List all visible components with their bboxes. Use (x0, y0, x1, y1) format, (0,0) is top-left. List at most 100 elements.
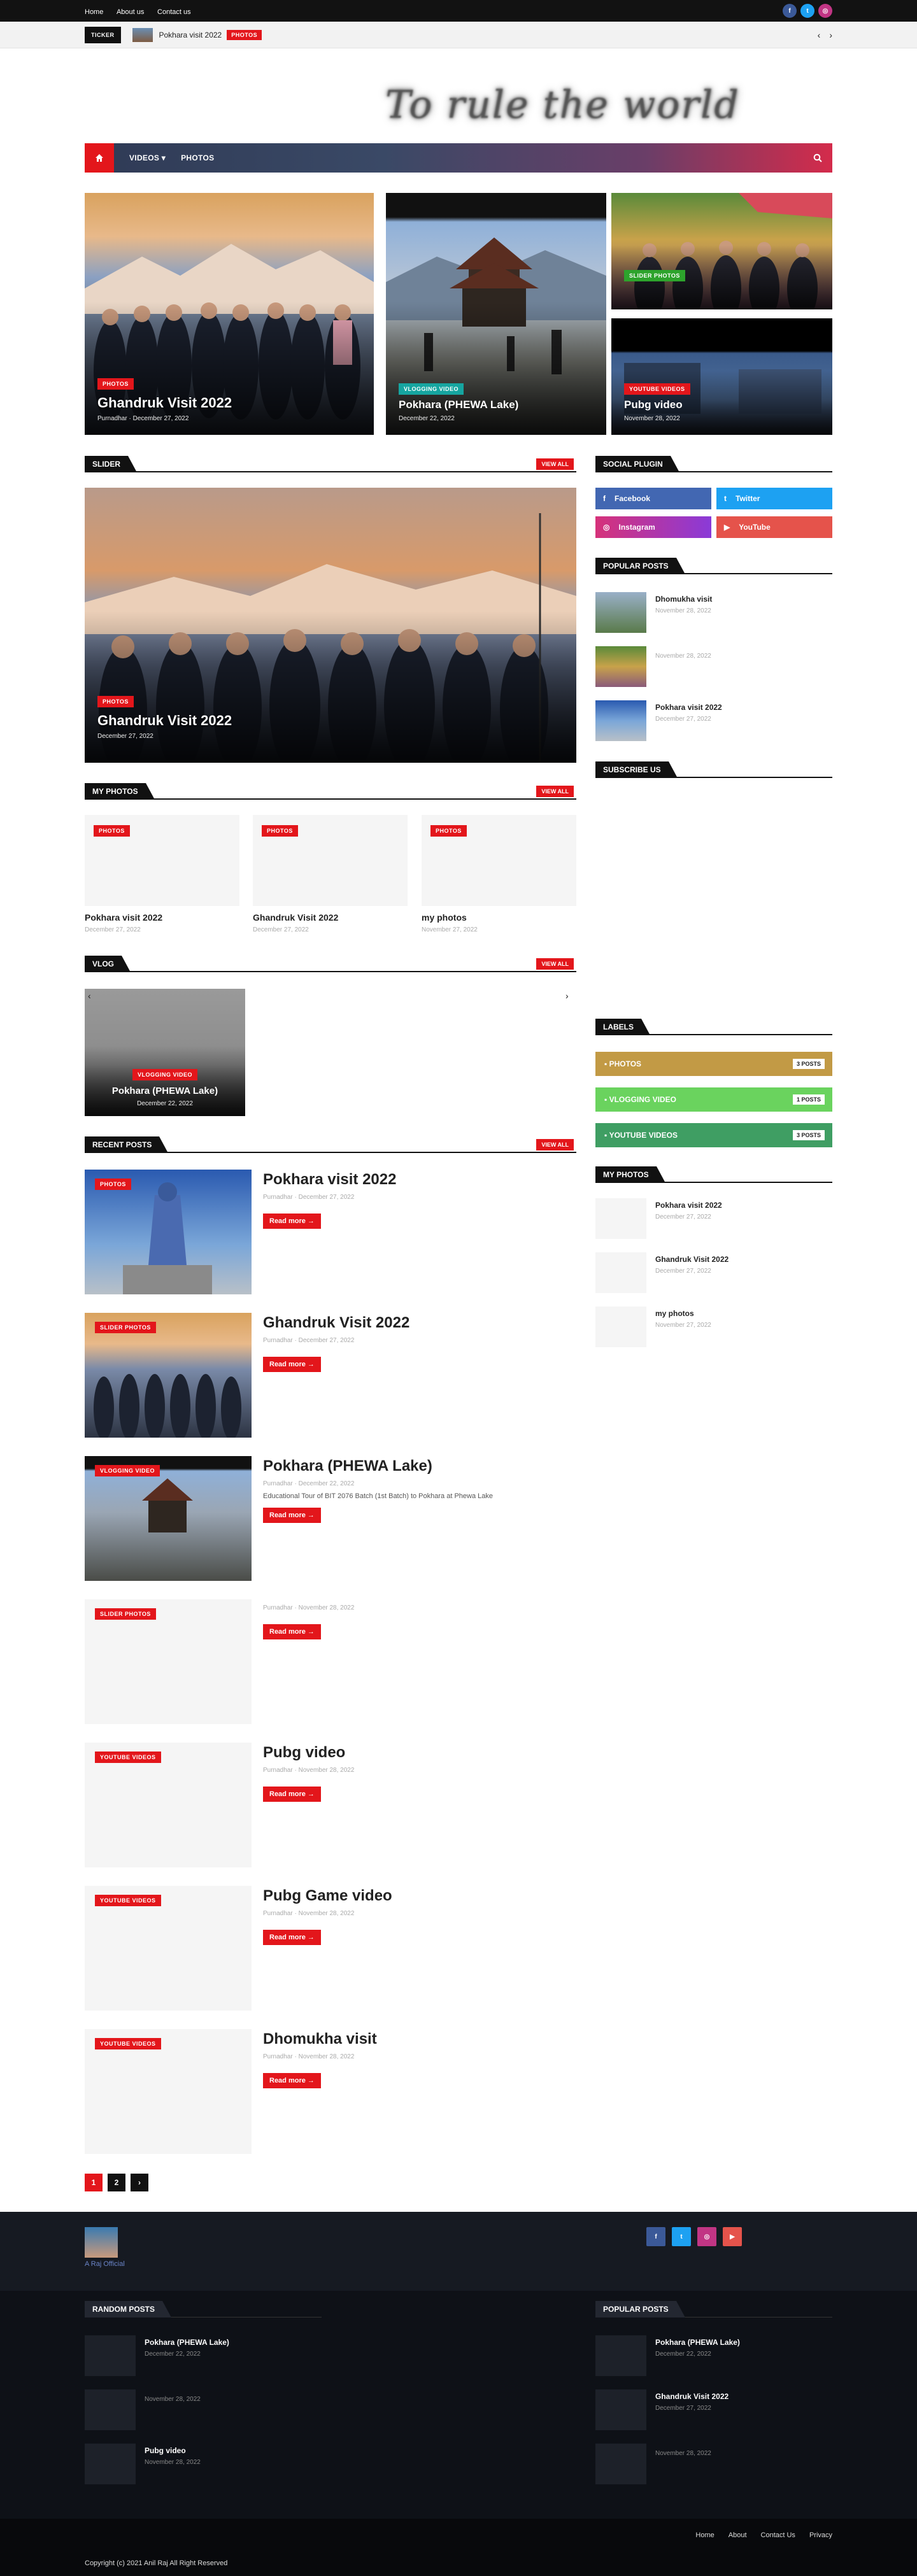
ticker-prev-icon[interactable]: ‹ (818, 30, 821, 40)
hero-card-main[interactable]: PHOTOS Ghandruk Visit 2022 Purnadhar · D… (85, 193, 374, 435)
home-button[interactable] (85, 143, 114, 173)
sidebar-photo[interactable]: my photos November 27, 2022 (595, 1306, 711, 1347)
vlog-title[interactable]: Pokhara (PHEWA Lake) (85, 1086, 245, 1096)
recent-post-badge[interactable]: YOUTUBE VIDEOS (95, 1895, 161, 1906)
random-post-title[interactable]: Pubg video (145, 2446, 201, 2455)
footer-link-about[interactable]: About (729, 2531, 747, 2539)
youtube-icon[interactable]: ▶ (723, 2227, 742, 2246)
footer-popular-thumbnail[interactable] (595, 2444, 646, 2484)
recent-post-title[interactable]: Pubg video (263, 1744, 354, 1762)
hero-second-badge[interactable]: VLOGGING VIDEO (399, 383, 464, 395)
footer-link-contact[interactable]: Contact Us (761, 2531, 795, 2539)
vlog-prev-icon[interactable]: ‹ (88, 991, 91, 1001)
random-post[interactable]: Pokhara (PHEWA Lake) December 22, 2022 (85, 2335, 229, 2376)
footer-popular-title[interactable]: Pokhara (PHEWA Lake) (655, 2338, 740, 2347)
twitter-button[interactable]: t Twitter (716, 488, 832, 509)
hero-third-badge[interactable]: SLIDER PHOTOS (624, 270, 685, 281)
photo-title[interactable]: Pokhara visit 2022 (85, 912, 239, 923)
footer-popular-post[interactable]: Ghandruk Visit 2022 December 27, 2022 (595, 2389, 729, 2430)
sidebar-photo-thumbnail[interactable] (595, 1306, 646, 1347)
hero-card-fourth[interactable]: YOUTUBE VIDEOS Pubg video November 28, 2… (611, 318, 832, 435)
photo-badge[interactable]: PHOTOS (430, 825, 467, 837)
footer-logo-image[interactable] (85, 2227, 118, 2258)
hero-card-second[interactable]: VLOGGING VIDEO Pokhara (PHEWA Lake) Dece… (386, 193, 606, 435)
read-more-button[interactable]: Read more → (263, 1357, 321, 1372)
read-more-button[interactable]: Read more → (263, 2073, 321, 2088)
recent-post-image[interactable]: VLOGGING VIDEO (85, 1456, 252, 1581)
photo-badge[interactable]: PHOTOS (262, 825, 298, 837)
search-button[interactable] (813, 153, 822, 162)
recent-post-author[interactable]: Purnadhar (263, 1337, 293, 1344)
vlog-view-all-button[interactable]: VIEW ALL (536, 958, 574, 970)
read-more-button[interactable]: Read more → (263, 1930, 321, 1945)
popular-post-thumbnail[interactable] (595, 646, 646, 687)
slider-badge[interactable]: PHOTOS (97, 696, 134, 707)
sidebar-photo-title[interactable]: Ghandruk Visit 2022 (655, 1255, 729, 1264)
read-more-button[interactable]: Read more → (263, 1508, 321, 1523)
recent-post-author[interactable]: Purnadhar (263, 1604, 293, 1611)
sidebar-photo-thumbnail[interactable] (595, 1252, 646, 1293)
sidebar-photo-thumbnail[interactable] (595, 1198, 646, 1239)
popular-post-thumbnail[interactable] (595, 592, 646, 633)
twitter-icon[interactable]: t (800, 4, 814, 18)
hero-card-third[interactable]: SLIDER PHOTOS (611, 193, 832, 309)
photo-title[interactable]: my photos (422, 912, 576, 923)
recent-post-title[interactable]: Pokhara (PHEWA Lake) (263, 1457, 493, 1475)
nav-item-photos[interactable]: PHOTOS (181, 153, 214, 162)
recent-post-badge[interactable]: PHOTOS (95, 1178, 131, 1190)
nav-item-videos[interactable]: VIDEOS ▾ (129, 153, 166, 162)
recent-post-image[interactable]: SLIDER PHOTOS (85, 1313, 252, 1438)
sidebar-photo-title[interactable]: my photos (655, 1309, 711, 1318)
random-post-thumbnail[interactable] (85, 2389, 136, 2430)
read-more-button[interactable]: Read more → (263, 1624, 321, 1639)
sidebar-photo[interactable]: Pokhara visit 2022 December 27, 2022 (595, 1198, 722, 1239)
recent-post-title[interactable]: Pokhara visit 2022 (263, 1171, 396, 1189)
footer-popular-post[interactable]: November 28, 2022 (595, 2444, 711, 2484)
recent-post-author[interactable]: Purnadhar (263, 1480, 293, 1487)
recent-post-title[interactable]: Pubg Game video (263, 1887, 392, 1905)
top-link-about[interactable]: About us (117, 8, 144, 16)
footer-popular-title[interactable]: Ghandruk Visit 2022 (655, 2392, 729, 2401)
recent-post-title[interactable]: Dhomukha visit (263, 2030, 377, 2048)
random-post-thumbnail[interactable] (85, 2444, 136, 2484)
facebook-icon[interactable]: f (783, 4, 797, 18)
photo-card[interactable]: PHOTOS Ghandruk Visit 2022 December 27, … (253, 815, 408, 933)
next-page-button[interactable]: › (131, 2174, 148, 2191)
popular-post-title[interactable]: Dhomukha visit (655, 595, 712, 604)
ticker-next-icon[interactable]: › (829, 30, 832, 40)
recent-post-badge[interactable]: VLOGGING VIDEO (95, 1465, 160, 1476)
top-link-home[interactable]: Home (85, 8, 103, 16)
hero-second-title[interactable]: Pokhara (PHEWA Lake) (399, 399, 518, 411)
popular-post[interactable]: November 28, 2022 (595, 646, 711, 687)
footer-link-home[interactable]: Home (695, 2531, 714, 2539)
vlog-next-icon[interactable]: › (565, 991, 569, 1001)
twitter-icon[interactable]: t (672, 2227, 691, 2246)
recent-post-author[interactable]: Purnadhar (263, 1767, 293, 1774)
photo-title[interactable]: Ghandruk Visit 2022 (253, 912, 408, 923)
recent-post-image[interactable]: YOUTUBE VIDEOS (85, 1886, 252, 2011)
footer-popular-thumbnail[interactable] (595, 2389, 646, 2430)
ticker-thumbnail[interactable] (132, 28, 153, 42)
popular-post[interactable]: Dhomukha visit November 28, 2022 (595, 592, 712, 633)
hero-fourth-badge[interactable]: YOUTUBE VIDEOS (624, 383, 690, 395)
page-2-button[interactable]: 2 (108, 2174, 125, 2191)
recent-post-author[interactable]: Purnadhar (263, 1910, 293, 1917)
ticker-title[interactable]: Pokhara visit 2022 (159, 31, 222, 39)
instagram-button[interactable]: ◎ Instagram (595, 516, 711, 538)
label-photos[interactable]: ▪ PHOTOS 3 POSTS (595, 1052, 832, 1076)
hero-fourth-title[interactable]: Pubg video (624, 399, 690, 411)
site-logo[interactable]: To rule the world (385, 83, 780, 129)
ticker-badge[interactable]: PHOTOS (227, 30, 262, 40)
read-more-button[interactable]: Read more → (263, 1787, 321, 1802)
facebook-icon[interactable]: f (646, 2227, 665, 2246)
my-photos-view-all-button[interactable]: VIEW ALL (536, 786, 574, 797)
recent-post-author[interactable]: Purnadhar (263, 1194, 293, 1201)
photo-badge[interactable]: PHOTOS (94, 825, 130, 837)
recent-post-image[interactable]: YOUTUBE VIDEOS (85, 1743, 252, 1867)
popular-post-title[interactable]: Pokhara visit 2022 (655, 703, 722, 712)
recent-post-badge[interactable]: YOUTUBE VIDEOS (95, 1752, 161, 1763)
instagram-icon[interactable]: ◎ (818, 4, 832, 18)
footer-brand[interactable]: A Raj Official (85, 2260, 125, 2268)
recent-post-title[interactable]: Ghandruk Visit 2022 (263, 1314, 409, 1332)
recent-post-badge[interactable]: YOUTUBE VIDEOS (95, 2038, 161, 2049)
